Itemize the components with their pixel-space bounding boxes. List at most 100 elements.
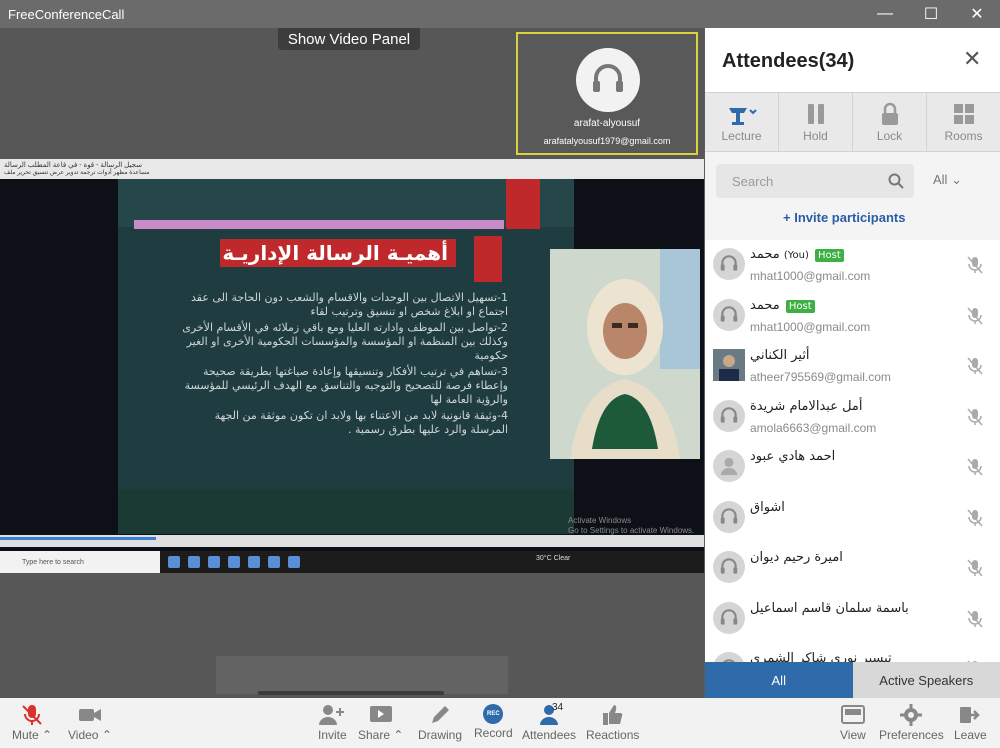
- chevron-up-icon[interactable]: ⌃: [393, 728, 403, 742]
- bottom-toolbar: Mute ⌃ Video ⌃ Invite Share ⌃ Drawing RE…: [0, 698, 1000, 748]
- attendee-row[interactable]: باسمة سلمان قاسم اسماعيل: [705, 594, 1000, 644]
- lecture-button[interactable]: Lecture: [705, 93, 779, 151]
- grid-icon: [953, 103, 974, 124]
- taskbar-app-icon: [248, 556, 260, 568]
- show-video-panel-button[interactable]: Show Video Panel: [278, 28, 420, 50]
- taskbar-search: Type here to search: [0, 551, 160, 573]
- video-label: Video: [68, 728, 99, 742]
- attendee-row[interactable]: أمل عبدالامام شريدة amola6663@gmail.com: [705, 392, 1000, 442]
- chevron-up-icon[interactable]: ⌃: [42, 728, 52, 742]
- attendee-name-text: محمد: [750, 247, 780, 262]
- minimize-button[interactable]: —: [862, 0, 908, 28]
- watermark-line: Activate Windows: [568, 516, 632, 525]
- attendee-name-text: أثير الكناني: [750, 348, 810, 363]
- close-icon[interactable]: ✕: [963, 46, 981, 72]
- panel-tabs: All Active Speakers: [705, 662, 1000, 698]
- leave-label: Leave: [954, 728, 987, 742]
- active-speaker-tile[interactable]: arafat-alyousuf arafatalyousuf1979@gmail…: [516, 32, 698, 155]
- invite-participants-link[interactable]: + Invite participants: [783, 210, 905, 225]
- attendee-name: تيسير نوري شاكر الشمري: [750, 651, 892, 662]
- headset-avatar-icon: [713, 652, 745, 662]
- media-progress: [0, 537, 156, 540]
- attendee-row[interactable]: احمد هادي عبود: [705, 442, 1000, 492]
- attendees-label: Attendees: [522, 728, 577, 742]
- microphone-muted-icon[interactable]: [967, 256, 983, 279]
- attendee-row[interactable]: تيسير نوري شاكر الشمري: [705, 644, 1000, 662]
- maximize-button[interactable]: ☐: [908, 0, 954, 28]
- attendee-name-text: تيسير نوري شاكر الشمري: [750, 651, 892, 662]
- filter-dropdown[interactable]: All ⌄: [933, 172, 962, 188]
- add-person-icon: [319, 705, 345, 725]
- attendee-list: محمد (You) Host mhat1000@gmail.com محمد Ho…: [705, 240, 1000, 662]
- presenter-camera-feed: [550, 249, 700, 459]
- slide-title: أهميـة الرسالة الإداريـة: [220, 239, 456, 267]
- slide-point: 4-وثيقة قانونية لابد من الاعتناء بها ولا…: [214, 409, 508, 436]
- headset-avatar-icon: [713, 551, 745, 583]
- attendee-name-text: أمل عبدالامام شريدة: [750, 398, 863, 414]
- tab-active-speakers[interactable]: Active Speakers: [852, 662, 1000, 698]
- microphone-muted-icon[interactable]: [967, 408, 983, 431]
- record-button[interactable]: REC Record: [474, 704, 513, 740]
- lecture-label: Lecture: [721, 128, 762, 143]
- drawing-button[interactable]: Drawing: [418, 704, 462, 742]
- panel-header: Attendees(34) ✕: [705, 28, 1000, 92]
- hold-button[interactable]: Hold: [779, 93, 853, 151]
- headset-avatar-icon: [576, 48, 640, 112]
- presentation-slide: أهميـة الرسالة الإداريـة 1-تسهيل الاتصال…: [118, 179, 574, 534]
- headset-avatar-icon: [713, 248, 745, 280]
- attendee-row[interactable]: محمد Host mhat1000@gmail.com: [705, 291, 1000, 341]
- attendee-row[interactable]: أثير الكناني atheer795569@gmail.com: [705, 341, 1000, 391]
- person-avatar-icon: [713, 450, 745, 482]
- close-window-button[interactable]: ✕: [954, 0, 1000, 28]
- attendee-row[interactable]: محمد (You) Host mhat1000@gmail.com: [705, 240, 1000, 290]
- invite-button[interactable]: Invite: [318, 704, 347, 742]
- attendee-name: أمل عبدالامام شريدة: [750, 399, 863, 414]
- attendee-row[interactable]: اميرة رحيم ديوان: [705, 543, 1000, 593]
- you-label: (You): [783, 250, 809, 261]
- thumbnail-scrollbar[interactable]: [258, 691, 444, 695]
- rooms-button[interactable]: Rooms: [927, 93, 1000, 151]
- chevron-up-icon[interactable]: ⌃: [102, 728, 112, 742]
- share-button[interactable]: Share ⌃: [358, 704, 403, 742]
- microphone-muted-icon[interactable]: [967, 559, 983, 582]
- panel-tools: Lecture Hold Lock Rooms: [705, 92, 1000, 152]
- microphone-muted-icon[interactable]: [967, 610, 983, 633]
- headset-avatar-icon: [713, 298, 745, 331]
- view-button[interactable]: View: [840, 704, 866, 742]
- reactions-label: Reactions: [586, 728, 640, 742]
- attendee-name-text: اميرة رحيم ديوان: [750, 550, 843, 565]
- screen-share-icon: [369, 706, 392, 722]
- slide-point: 2-تواصل بين الموظف وادارته العليا ومع با…: [182, 321, 508, 362]
- slide-accent-bar: [134, 220, 504, 229]
- attendee-name: اميرة رحيم ديوان: [750, 550, 843, 565]
- invite-label: Invite: [318, 728, 347, 742]
- video-button[interactable]: Video ⌃: [68, 704, 112, 742]
- attendees-button[interactable]: 34 Attendees: [522, 702, 577, 742]
- taskbar-app-icon: [288, 556, 300, 568]
- reactions-button[interactable]: Reactions: [586, 704, 639, 742]
- microphone-muted-icon[interactable]: [967, 509, 983, 532]
- tab-all[interactable]: All: [705, 662, 853, 698]
- shared-app-title: سجيل الرسالة - قوة - في قاعة المطلب الرس…: [4, 162, 142, 169]
- rooms-label: Rooms: [944, 128, 983, 143]
- lock-icon: [881, 102, 898, 125]
- attendee-name: اشواق: [750, 500, 785, 515]
- search-input[interactable]: Search: [716, 164, 914, 198]
- view-label: View: [840, 728, 866, 742]
- chevron-down-icon: ⌄: [951, 172, 962, 187]
- microphone-muted-icon[interactable]: [967, 458, 983, 481]
- attendee-name-text: احمد هادي عبود: [750, 449, 836, 464]
- mute-button[interactable]: Mute ⌃: [12, 704, 52, 742]
- lock-button[interactable]: Lock: [853, 93, 927, 151]
- leave-button[interactable]: Leave: [954, 704, 987, 742]
- taskbar-app-icon: [188, 556, 200, 568]
- preferences-button[interactable]: Preferences: [879, 704, 944, 742]
- app-title: FreeConferenceCall: [8, 6, 125, 22]
- exit-icon: [960, 707, 981, 723]
- attendee-name-text: محمد: [750, 297, 780, 313]
- attendees-count-badge: 34: [552, 702, 564, 713]
- share-label: Share: [358, 728, 391, 742]
- microphone-muted-icon[interactable]: [967, 307, 983, 330]
- microphone-muted-icon[interactable]: [967, 357, 983, 380]
- attendee-row[interactable]: اشواق: [705, 493, 1000, 543]
